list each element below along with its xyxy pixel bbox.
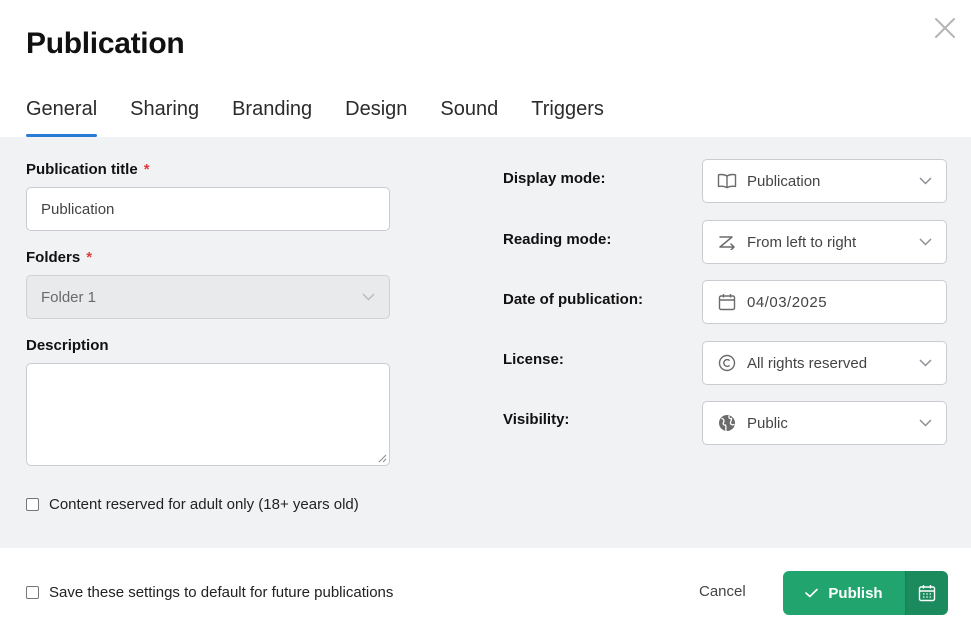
publish-button[interactable]: Publish	[783, 571, 905, 615]
publication-title-label: Publication title *	[26, 161, 150, 178]
visibility-label: Visibility:	[503, 411, 570, 428]
publish-button-group: Publish	[783, 571, 948, 615]
adult-only-checkbox[interactable]	[26, 498, 39, 511]
required-mark: *	[86, 249, 93, 266]
license-value: All rights reserved	[747, 354, 868, 372]
tab-bar: General Sharing Branding Design Sound Tr…	[26, 96, 637, 137]
save-default-row: Save these settings to default for futur…	[26, 584, 393, 601]
book-open-icon	[717, 173, 737, 189]
date-of-publication-input[interactable]: 04/03/2025	[702, 280, 947, 324]
save-default-label: Save these settings to default for futur…	[49, 584, 394, 601]
tab-design[interactable]: Design	[345, 96, 407, 137]
calendar-icon	[918, 585, 936, 602]
display-mode-select[interactable]: Publication	[702, 159, 947, 203]
calendar-icon	[718, 294, 736, 311]
license-label: License:	[503, 351, 564, 368]
adult-only-label: Content reserved for adult only (18+ yea…	[49, 496, 359, 513]
date-of-publication-label: Date of publication:	[503, 291, 643, 308]
display-mode-label: Display mode:	[503, 170, 606, 187]
tab-general[interactable]: General	[26, 96, 98, 137]
chevron-down-icon	[919, 238, 932, 246]
reading-mode-value: From left to right	[747, 233, 857, 251]
folders-label-text: Folders	[26, 249, 81, 266]
description-textarea[interactable]	[26, 363, 390, 466]
chevron-down-icon	[919, 177, 932, 185]
publication-title-label-text: Publication title	[26, 161, 138, 178]
visibility-value: Public	[747, 414, 788, 432]
chevron-down-icon	[919, 419, 932, 427]
required-mark: *	[143, 161, 150, 178]
tab-sound[interactable]: Sound	[440, 96, 498, 137]
schedule-publish-button[interactable]	[905, 571, 948, 615]
tab-branding[interactable]: Branding	[232, 96, 312, 137]
chevron-down-icon	[919, 359, 932, 367]
z-arrow-icon	[719, 236, 735, 250]
license-select[interactable]: All rights reserved	[702, 341, 947, 385]
check-icon	[805, 588, 819, 598]
date-of-publication-value: 04/03/2025	[747, 293, 828, 311]
globe-icon	[719, 415, 735, 432]
copyright-icon	[718, 354, 736, 372]
folders-label: Folders *	[26, 249, 92, 266]
description-label: Description	[26, 337, 109, 354]
folders-select[interactable]: Folder 1	[26, 275, 390, 319]
reading-mode-label: Reading mode:	[503, 231, 612, 248]
cancel-button[interactable]: Cancel	[699, 583, 746, 600]
close-icon	[935, 18, 955, 38]
visibility-select[interactable]: Public	[702, 401, 947, 445]
tab-sharing[interactable]: Sharing	[130, 96, 199, 137]
save-default-checkbox[interactable]	[26, 586, 39, 599]
reading-mode-select[interactable]: From left to right	[702, 220, 947, 264]
tab-triggers[interactable]: Triggers	[531, 96, 604, 137]
publication-dialog: Publication General Sharing Branding Des…	[0, 0, 971, 633]
display-mode-value: Publication	[747, 172, 821, 190]
adult-only-row: Content reserved for adult only (18+ yea…	[26, 496, 359, 513]
resize-handle-icon[interactable]	[378, 454, 387, 463]
folders-select-value: Folder 1	[41, 288, 97, 306]
publish-label: Publish	[828, 584, 883, 602]
publication-title-input[interactable]: Publication	[26, 187, 390, 231]
chevron-down-icon	[362, 293, 375, 301]
close-button[interactable]	[933, 16, 957, 40]
dialog-title: Publication	[26, 27, 185, 60]
